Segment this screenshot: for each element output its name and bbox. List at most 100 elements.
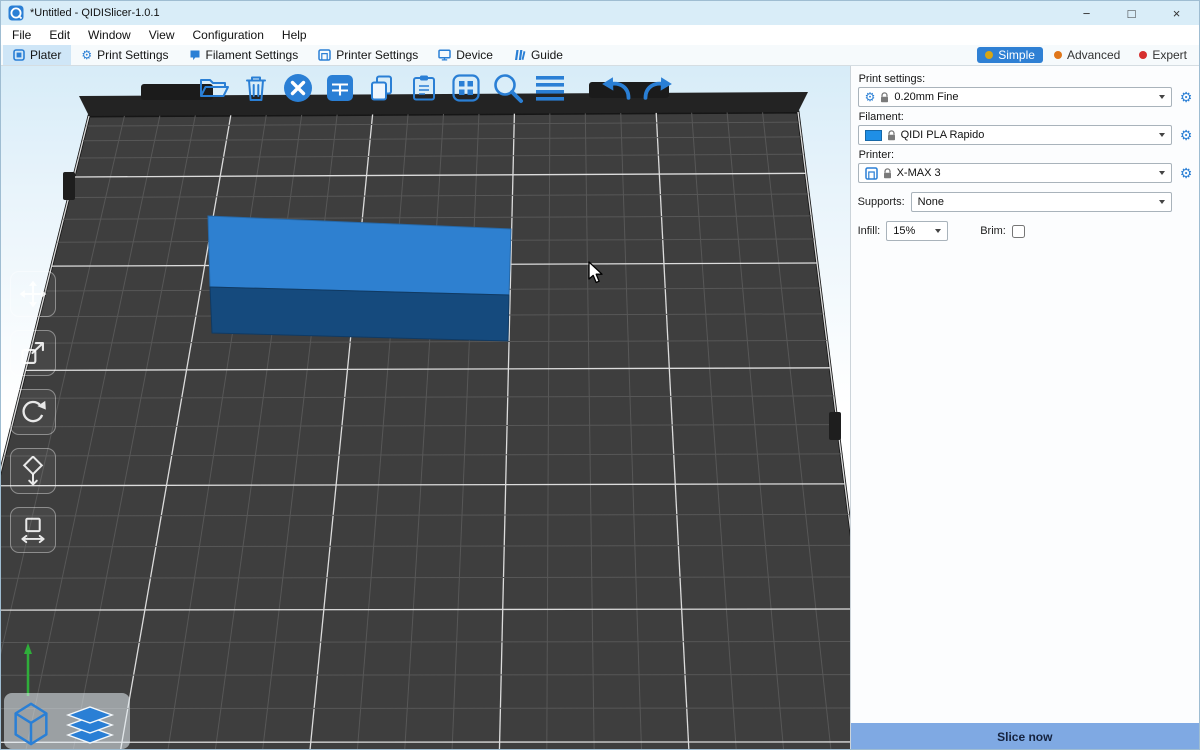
advanced-dot-icon xyxy=(1054,51,1062,59)
menu-file[interactable]: File xyxy=(3,28,40,42)
delete-all-icon[interactable] xyxy=(281,70,315,106)
menu-window[interactable]: Window xyxy=(79,28,140,42)
view-toolbar xyxy=(4,693,130,749)
filament-gear-button[interactable]: ⚙ xyxy=(1178,128,1194,142)
undo-icon[interactable] xyxy=(599,70,633,106)
arrange-icon[interactable] xyxy=(323,70,357,106)
move-icon[interactable] xyxy=(10,271,56,317)
infill-combo[interactable]: 15% xyxy=(886,221,948,241)
build-plate[interactable] xyxy=(1,66,850,750)
print-settings-row: ⚙ 0.20mm Fine ⚙ xyxy=(858,87,1194,107)
tab-label: Plater xyxy=(30,48,61,62)
tab-label: Print Settings xyxy=(97,48,168,62)
mode-simple[interactable]: Simple xyxy=(977,47,1043,63)
app-icon xyxy=(8,5,24,21)
main-area: Print settings: ⚙ 0.20mm Fine ⚙ Filament… xyxy=(1,66,1199,750)
infill-label: Infill: xyxy=(858,225,881,237)
tab-device[interactable]: Device xyxy=(428,45,503,65)
expert-dot-icon xyxy=(1139,51,1147,59)
tab-printer-settings[interactable]: Printer Settings xyxy=(308,45,428,65)
print-settings-icon: ⚙ xyxy=(81,49,92,61)
scale-icon[interactable] xyxy=(10,330,56,376)
filament-color-swatch xyxy=(865,130,882,141)
menu-help[interactable]: Help xyxy=(273,28,316,42)
cut-icon[interactable] xyxy=(10,507,56,553)
tab-plater[interactable]: Plater xyxy=(3,45,71,65)
3d-editor-icon[interactable] xyxy=(8,697,54,747)
maximize-button[interactable]: □ xyxy=(1109,1,1154,25)
print-settings-combo[interactable]: ⚙ 0.20mm Fine xyxy=(858,87,1172,107)
printer-label: Printer: xyxy=(859,149,1194,161)
preview-icon[interactable] xyxy=(62,699,118,747)
brim-checkbox[interactable] xyxy=(1012,225,1025,238)
slice-now-button[interactable]: Slice now xyxy=(851,723,1199,750)
gizmo-toolbar xyxy=(10,271,56,553)
copy-icon[interactable] xyxy=(365,70,399,106)
infill-brim-row: Infill: 15% Brim: xyxy=(858,221,1194,241)
window-title: *Untitled - QIDISlicer-1.0.1 xyxy=(30,7,160,19)
infill-value: 15% xyxy=(893,225,915,237)
lock-icon xyxy=(883,168,892,179)
chevron-down-icon xyxy=(1159,200,1165,204)
open-icon[interactable] xyxy=(197,70,231,106)
mode-selector: Simple Advanced Expert xyxy=(977,45,1199,65)
print-settings-value: 0.20mm Fine xyxy=(894,91,958,103)
filament-combo[interactable]: QIDI PLA Rapido xyxy=(858,125,1172,145)
supports-row: Supports: None xyxy=(858,192,1194,212)
delete-icon[interactable] xyxy=(239,70,273,106)
tab-label: Printer Settings xyxy=(336,48,418,62)
tab-print-settings[interactable]: ⚙ Print Settings xyxy=(71,45,178,65)
viewport-canvas[interactable] xyxy=(1,66,850,750)
guide-icon xyxy=(513,49,526,61)
close-button[interactable]: × xyxy=(1154,1,1199,25)
mode-label: Simple xyxy=(998,48,1035,62)
tab-guide[interactable]: Guide xyxy=(503,45,573,65)
tab-label: Guide xyxy=(531,48,563,62)
print-settings-gear-button[interactable]: ⚙ xyxy=(1178,90,1194,104)
printer-settings-icon xyxy=(318,49,331,61)
mode-expert[interactable]: Expert xyxy=(1131,47,1195,63)
paste-icon[interactable] xyxy=(407,70,441,106)
filament-settings-icon xyxy=(189,49,201,61)
minimize-button[interactable]: − xyxy=(1064,1,1109,25)
filament-label: Filament: xyxy=(859,111,1194,123)
supports-combo[interactable]: None xyxy=(911,192,1172,212)
chevron-down-icon xyxy=(935,229,941,233)
printer-combo[interactable]: X-MAX 3 xyxy=(858,163,1172,183)
gear-icon: ⚙ xyxy=(865,91,876,103)
plater-icon xyxy=(13,49,25,61)
menu-view[interactable]: View xyxy=(140,28,184,42)
brim-label: Brim: xyxy=(980,225,1006,237)
lock-icon xyxy=(880,92,889,103)
printer-gear-button[interactable]: ⚙ xyxy=(1178,166,1194,180)
search-icon[interactable] xyxy=(491,70,525,106)
mode-label: Advanced xyxy=(1067,48,1120,62)
sidebar: Print settings: ⚙ 0.20mm Fine ⚙ Filament… xyxy=(850,66,1199,750)
split-to-objects-icon[interactable] xyxy=(449,70,483,106)
tab-filament-settings[interactable]: Filament Settings xyxy=(179,45,309,65)
viewport-toolbar xyxy=(197,70,675,106)
simple-dot-icon xyxy=(985,51,993,59)
redo-icon[interactable] xyxy=(641,70,675,106)
print-settings-label: Print settings: xyxy=(859,73,1194,85)
printer-row: X-MAX 3 ⚙ xyxy=(858,163,1194,183)
lock-icon xyxy=(887,130,896,141)
variable-layer-height-icon[interactable] xyxy=(533,70,567,106)
mode-advanced[interactable]: Advanced xyxy=(1046,47,1128,63)
titlebar: *Untitled - QIDISlicer-1.0.1 − □ × xyxy=(1,1,1199,25)
mode-label: Expert xyxy=(1152,48,1187,62)
menu-configuration[interactable]: Configuration xyxy=(184,28,273,42)
chevron-down-icon xyxy=(1159,95,1165,99)
menu-edit[interactable]: Edit xyxy=(40,28,79,42)
supports-value: None xyxy=(918,196,944,208)
tabbar: Plater ⚙ Print Settings Filament Setting… xyxy=(1,45,1199,66)
rotate-icon[interactable] xyxy=(10,389,56,435)
sidebar-content: Print settings: ⚙ 0.20mm Fine ⚙ Filament… xyxy=(851,66,1199,241)
device-icon xyxy=(438,49,451,61)
filament-value: QIDI PLA Rapido xyxy=(901,129,985,141)
place-on-face-icon[interactable] xyxy=(10,448,56,494)
supports-label: Supports: xyxy=(858,196,905,208)
printer-value: X-MAX 3 xyxy=(897,167,941,179)
window-controls: − □ × xyxy=(1064,1,1199,25)
filament-row: QIDI PLA Rapido ⚙ xyxy=(858,125,1194,145)
